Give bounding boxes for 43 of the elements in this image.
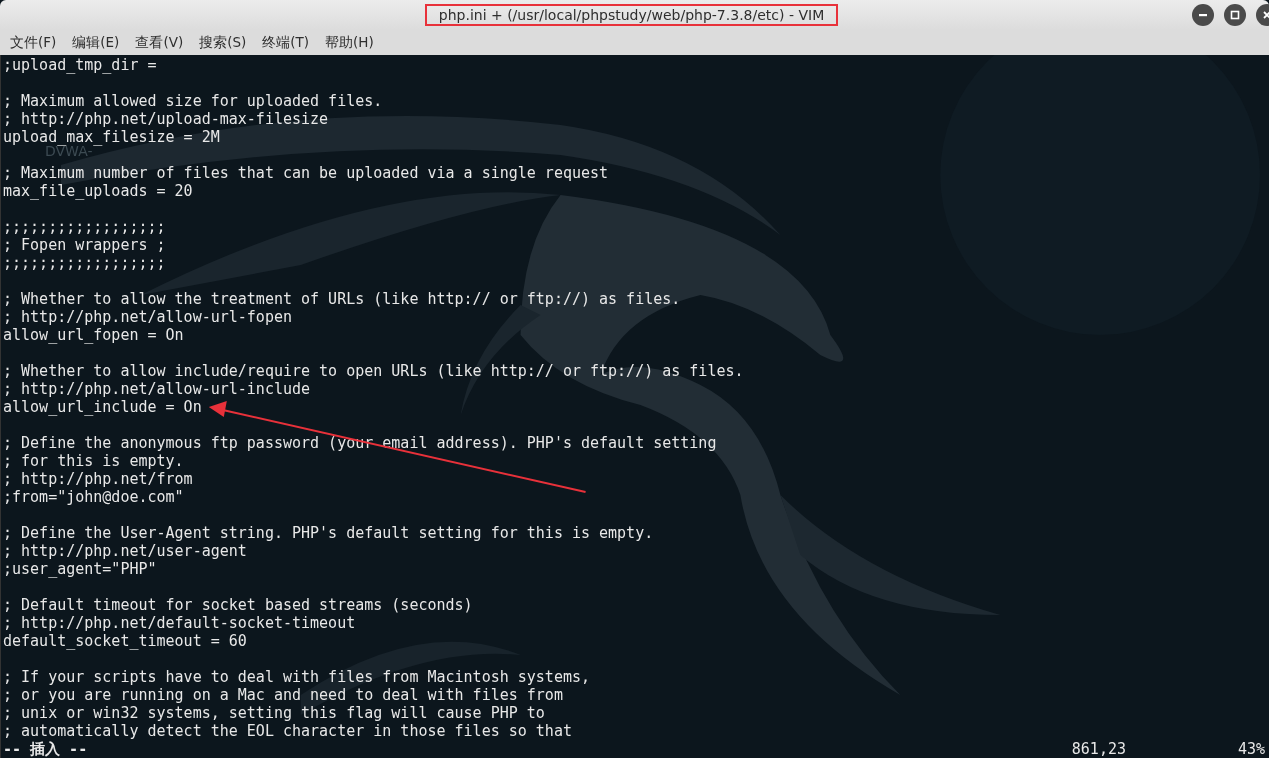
code-line: ;from="john@doe.com" bbox=[2, 488, 184, 506]
code-line: max_file_uploads = 20 bbox=[2, 182, 193, 200]
code-line: allow_url_include = On bbox=[2, 398, 202, 416]
code-line: ; Maximum number of files that can be uploaded via a single request bbox=[2, 164, 609, 182]
code-line: ; http://php.net/default-socket-timeout bbox=[2, 614, 356, 632]
code-line: ; Default timeout for socket based streams (seconds) bbox=[2, 596, 473, 614]
code-line: ; http://php.net/allow-url-fopen bbox=[2, 308, 292, 326]
code-line: ; unix or win32 systems, setting this flag will cause PHP to bbox=[2, 704, 545, 722]
code-line: ; Define the anonymous ftp password (your email address). PHP's default setting bbox=[2, 434, 717, 452]
code-line: ; Whether to allow include/require to open URLs (like http:// or ftp://) as files. bbox=[2, 362, 744, 380]
scroll-percent: 43% bbox=[1236, 740, 1266, 758]
code-line: ;;;;;;;;;;;;;;;;;; bbox=[2, 254, 166, 272]
close-icon bbox=[1262, 10, 1269, 20]
menu-item[interactable]: 搜索(S) bbox=[191, 31, 255, 54]
code-line: ; automatically detect the EOL character in those files so that bbox=[2, 722, 572, 740]
code-line: ;;;;;;;;;;;;;;;;;; bbox=[2, 218, 166, 236]
code-line: ; Fopen wrappers ; bbox=[2, 236, 166, 254]
vim-mode: -- 插入 -- bbox=[3, 740, 88, 758]
code-line: ; http://php.net/allow-url-include bbox=[2, 380, 311, 398]
menu-item[interactable]: 查看(V) bbox=[127, 31, 192, 54]
code-line: ;user_agent="PHP" bbox=[2, 560, 157, 578]
code-line: ; http://php.net/user-agent bbox=[2, 542, 247, 560]
code-line: ; Define the User-Agent string. PHP's default setting for this is empty. bbox=[2, 524, 654, 542]
code-line: ; http://php.net/upload-max-filesize bbox=[2, 110, 329, 128]
cursor-position: 861,23 bbox=[1071, 740, 1126, 758]
menu-item[interactable]: 文件(F) bbox=[2, 31, 65, 54]
code-line: ; Maximum allowed size for uploaded files. bbox=[2, 92, 383, 110]
menu-item[interactable]: 终端(T) bbox=[254, 31, 318, 54]
window-title: php.ini + (/usr/local/phpstudy/web/php-7.3.8/etc) - VIM bbox=[438, 7, 825, 23]
menu-item[interactable]: 编辑(E) bbox=[64, 31, 128, 54]
code-line: ; If your scripts have to deal with files from Macintosh systems, bbox=[2, 668, 590, 686]
code-line: ; for this is empty. bbox=[2, 452, 184, 470]
menu-item[interactable]: 帮助(H) bbox=[317, 31, 382, 54]
code-line: ; http://php.net/from bbox=[2, 470, 193, 488]
square-icon bbox=[1230, 10, 1240, 20]
code-line: default_socket_timeout = 60 bbox=[2, 632, 247, 650]
minimize-button[interactable] bbox=[1192, 4, 1214, 26]
maximize-button[interactable] bbox=[1224, 4, 1246, 26]
code-line: ;upload_tmp_dir = bbox=[2, 56, 157, 74]
code-line: ; Whether to allow the treatment of URLs (like http:// or ftp://) as files. bbox=[2, 290, 681, 308]
code-line: allow_url_fopen = On bbox=[2, 326, 184, 344]
code-line: ; or you are running on a Mac and need to deal with files from bbox=[2, 686, 563, 704]
code-line: upload_max_filesize = 2M bbox=[2, 128, 220, 146]
